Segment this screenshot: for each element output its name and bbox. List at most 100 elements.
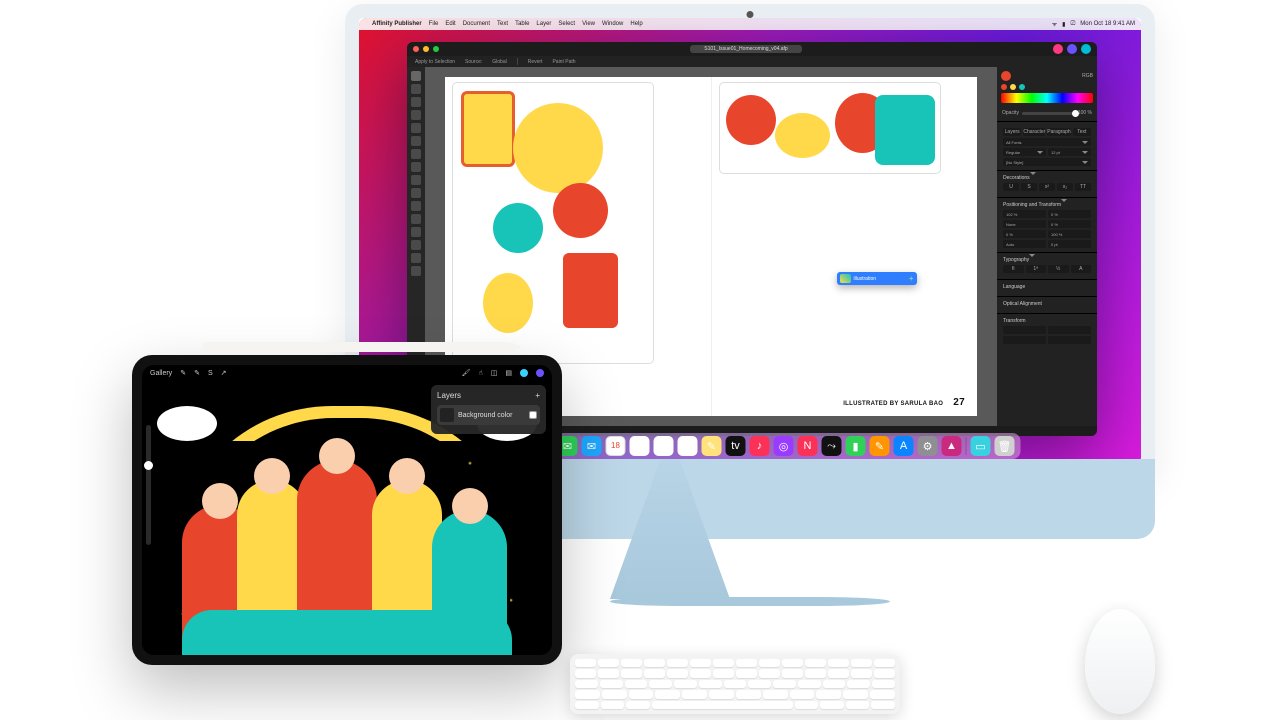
subscript-button[interactable]: x₂ — [1057, 183, 1073, 191]
superscript-button[interactable]: x² — [1039, 183, 1055, 191]
color-a-icon[interactable] — [520, 369, 528, 377]
swatch-3[interactable] — [1019, 84, 1025, 90]
smudge-icon[interactable]: ☝︎ — [478, 369, 482, 377]
photo-persona-icon[interactable] — [1081, 44, 1091, 54]
dock-mail-icon[interactable]: ✉︎ — [582, 436, 602, 456]
menu-edit[interactable]: Edit — [445, 21, 455, 27]
place-image-tool-icon[interactable] — [411, 188, 421, 198]
menubar-clock[interactable]: Mon Oct 18 9:41 AM — [1080, 21, 1135, 27]
vector-crop-tool-icon[interactable] — [411, 201, 421, 211]
color-mode-label[interactable]: RGB — [1082, 73, 1093, 79]
color-b-icon[interactable] — [536, 369, 544, 377]
dock-numbers-icon[interactable]: ▮ — [846, 436, 866, 456]
selection-icon[interactable]: S — [208, 370, 213, 377]
picture-frame-tool-icon[interactable] — [411, 175, 421, 185]
menu-layer[interactable]: Layer — [536, 21, 551, 27]
fill-tool-icon[interactable] — [411, 214, 421, 224]
transparency-tool-icon[interactable] — [411, 227, 421, 237]
tab-paragraph[interactable]: Paragraph — [1047, 128, 1070, 136]
battery-icon[interactable]: ▮ — [1062, 21, 1065, 28]
revert-button[interactable]: Revert — [528, 59, 543, 65]
opacity-slider[interactable] — [1022, 112, 1075, 115]
publisher-persona-icon[interactable] — [1053, 44, 1063, 54]
ordinals-button[interactable]: 1ª — [1026, 265, 1047, 273]
tab-layers[interactable]: Layers — [1003, 128, 1021, 136]
wifi-icon[interactable]: ᯤ — [1052, 20, 1057, 28]
swatch-2[interactable] — [1010, 84, 1016, 90]
text-style-select[interactable]: [No Style] — [1003, 158, 1091, 166]
apply-to-selection-toggle[interactable]: Apply to Selection — [415, 59, 455, 65]
dock-news-icon[interactable]: N — [798, 436, 818, 456]
dock-pages-icon[interactable]: ✎ — [870, 436, 890, 456]
pt-field-tracking[interactable]: 0 % — [1048, 220, 1091, 228]
caps-button[interactable]: TT — [1075, 183, 1091, 191]
layer-visible-checkbox[interactable] — [529, 411, 537, 419]
transform-icon[interactable]: ↗︎ — [221, 369, 227, 377]
position-transform-section[interactable]: Positioning and Transform 102 % 0 % None… — [997, 197, 1097, 252]
frame-text-tool-icon[interactable] — [411, 97, 421, 107]
decorations-section[interactable]: Decorations U S x² x₂ TT — [997, 170, 1097, 197]
universal-control-drag-item[interactable]: illustration + — [837, 272, 917, 285]
dock-notes-icon[interactable]: ✎ — [702, 436, 722, 456]
dock-contacts-icon[interactable]: ☍ — [654, 436, 674, 456]
menu-document[interactable]: Document — [463, 21, 490, 27]
menu-select[interactable]: Select — [558, 21, 575, 27]
strikethrough-button[interactable]: S — [1021, 183, 1037, 191]
dock-podcasts-icon[interactable]: ◎ — [774, 436, 794, 456]
stylistic-button[interactable]: A — [1071, 265, 1092, 273]
menu-text[interactable]: Text — [497, 21, 508, 27]
active-color-swatch[interactable] — [1001, 71, 1011, 81]
source-mode[interactable]: Global — [492, 59, 506, 65]
color-picker-tool-icon[interactable] — [411, 240, 421, 250]
view-tool-icon[interactable] — [411, 266, 421, 276]
control-center-icon[interactable]: ⎚ — [1070, 21, 1075, 28]
designer-persona-icon[interactable] — [1067, 44, 1077, 54]
pt-field-scale[interactable]: 100 % — [1048, 230, 1091, 238]
zoom-tool-icon[interactable] — [411, 253, 421, 263]
dock-affinity-icon[interactable]: ▲ — [942, 436, 962, 456]
pt-field-x[interactable]: 102 % — [1003, 210, 1046, 218]
dock-appstore-icon[interactable]: A — [894, 436, 914, 456]
dock-music-icon[interactable]: ♪ — [750, 436, 770, 456]
gallery-button[interactable]: Gallery — [150, 370, 172, 377]
swatch-1[interactable] — [1001, 84, 1007, 90]
language-section[interactable]: Language — [997, 279, 1097, 296]
brush-size-slider[interactable] — [146, 425, 151, 545]
menu-table[interactable]: Table — [515, 21, 529, 27]
pen-tool-icon[interactable] — [411, 136, 421, 146]
transform-w[interactable] — [1003, 336, 1046, 344]
dock-stocks-icon[interactable]: ⤳ — [822, 436, 842, 456]
font-family-select[interactable]: All Fonts — [1003, 138, 1091, 146]
paint-path-button[interactable]: Paint Path — [552, 59, 575, 65]
adjustments-icon[interactable]: ✎ — [194, 369, 200, 377]
pt-field-y[interactable]: 0 % — [1048, 210, 1091, 218]
tab-text[interactable]: Text — [1073, 128, 1091, 136]
menu-file[interactable]: File — [429, 21, 439, 27]
table-tool-icon[interactable] — [411, 123, 421, 133]
close-icon[interactable] — [413, 46, 419, 52]
ligatures-button[interactable]: fi — [1003, 265, 1024, 273]
pt-field-leading[interactable]: 0 % — [1003, 230, 1046, 238]
dock-calendar-icon[interactable]: 18 — [606, 436, 626, 456]
color-spectrum[interactable] — [1001, 93, 1093, 103]
layers-icon[interactable]: ▤ — [505, 369, 512, 377]
menu-view[interactable]: View — [582, 21, 595, 27]
layer-row[interactable]: Background color — [437, 405, 540, 425]
dock-trash-icon[interactable]: 🗑︎ — [995, 436, 1015, 456]
opacity-value[interactable]: 100 % — [1078, 110, 1092, 116]
dock-tv-icon[interactable]: tv — [726, 436, 746, 456]
menu-help[interactable]: Help — [630, 21, 642, 27]
dock-photos-icon[interactable]: ❁ — [630, 436, 650, 456]
erase-icon[interactable]: ◫ — [491, 369, 498, 377]
minimize-icon[interactable] — [423, 46, 429, 52]
dock-sidecar-icon[interactable]: ▭ — [971, 436, 991, 456]
artistic-text-tool-icon[interactable] — [411, 110, 421, 120]
brush-icon[interactable]: 🖌︎ — [462, 369, 471, 377]
transform-h[interactable] — [1048, 336, 1091, 344]
page-right[interactable]: illustration + ILLUSTRATED BY SARULA BAO… — [712, 77, 978, 416]
transform-x[interactable] — [1003, 326, 1046, 334]
ellipse-tool-icon[interactable] — [411, 162, 421, 172]
swatch-4[interactable] — [1028, 84, 1034, 90]
actions-icon[interactable]: ✎ — [180, 369, 186, 377]
add-layer-button[interactable]: + — [535, 391, 540, 400]
